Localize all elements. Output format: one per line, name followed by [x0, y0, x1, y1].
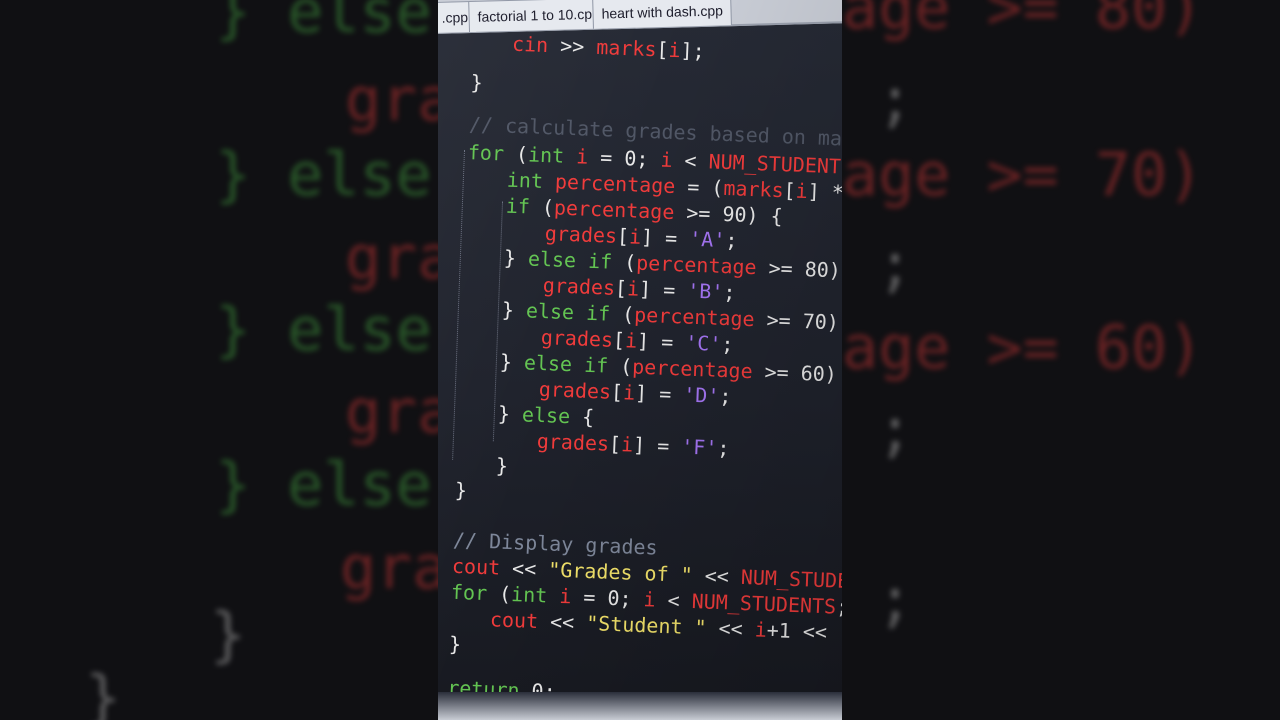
code-area[interactable]: cin >> marks[i]; } // calculate grades b…	[438, 0, 842, 720]
monitor-bezel	[438, 692, 842, 720]
side-brace-2: }	[85, 663, 122, 720]
code-line: grades[i] = 'F';	[536, 428, 730, 461]
side-age-60: age >= 60)	[842, 313, 1204, 383]
side-semi-4: ;	[877, 565, 914, 635]
code-line: } else {	[497, 401, 595, 430]
indent-guide	[452, 149, 466, 460]
side-brace-1: }	[210, 600, 247, 670]
side-semi-2: ;	[877, 230, 914, 300]
code-line: }	[495, 453, 509, 478]
side-semi-1: ;	[877, 65, 914, 135]
side-else-1: } else	[215, 0, 432, 47]
side-grad-4: gra	[340, 533, 438, 603]
side-else-2: } else	[215, 140, 432, 210]
side-else-3: } else	[215, 295, 432, 365]
right-blurred-panel: age >= 80) ; age >= 70) ; age >= 60) ; ;	[842, 0, 1280, 720]
code-line: }	[470, 70, 484, 95]
side-semi-3: ;	[877, 395, 914, 465]
side-age-80: age >= 80)	[842, 0, 1204, 43]
side-grad-1: gra	[345, 65, 438, 135]
side-grad-2: gra	[345, 223, 438, 293]
code-line: cin >> marks[i];	[511, 31, 706, 64]
side-age-70: age >= 70)	[842, 140, 1204, 210]
code-line: }	[448, 631, 462, 657]
code-line: }	[454, 477, 468, 503]
code-editor: .cpp factorial 1 to 10.cpp heart with da…	[438, 0, 842, 720]
left-blurred-panel: } else gra } else gra } else gra } else …	[0, 0, 438, 720]
side-else-4: } else	[215, 450, 432, 520]
side-grad-3: gra	[345, 377, 438, 447]
